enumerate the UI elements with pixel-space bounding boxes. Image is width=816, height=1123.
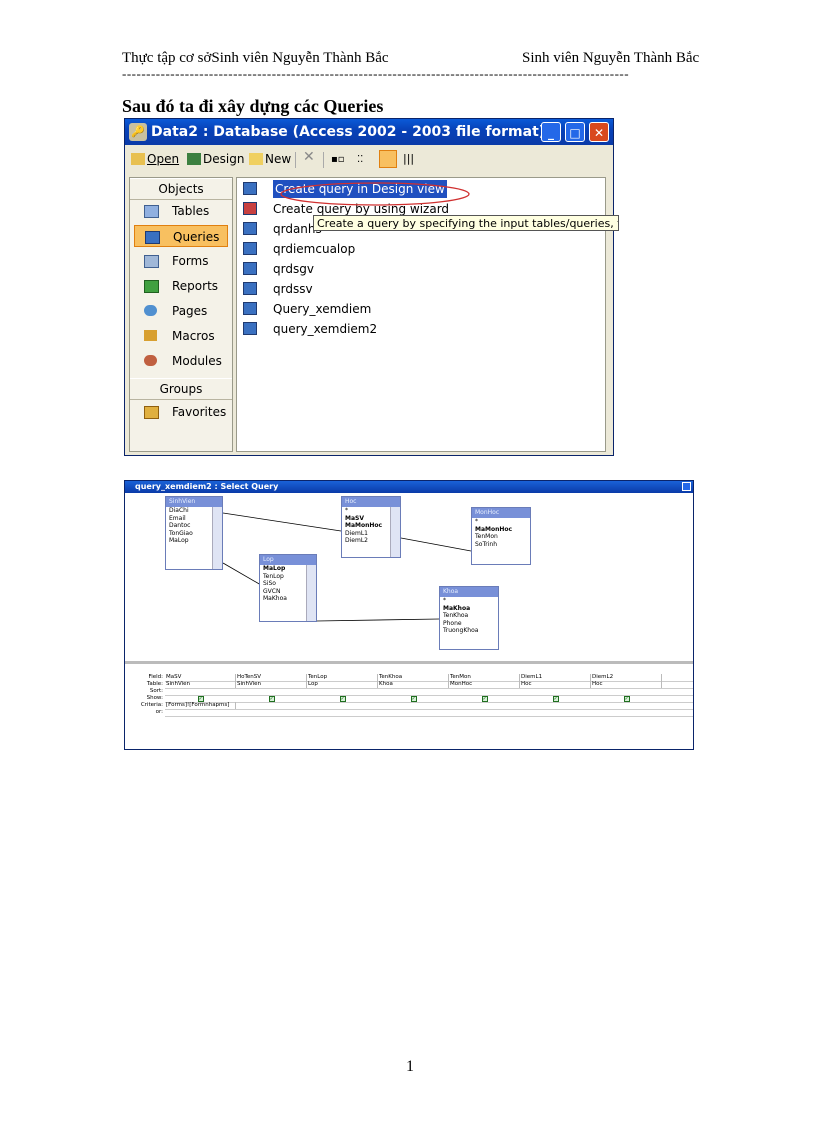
table-box[interactable]: MonHoc * MaMonHoc TenMon SoTrinh xyxy=(471,507,531,565)
grid-label: Sort: xyxy=(149,688,163,694)
select-query-window: query_xemdiem2 : Select Query SinhVien D… xyxy=(124,480,694,750)
table-name: Hoc xyxy=(342,497,400,507)
grid-label: Field: xyxy=(148,674,163,680)
grid-field-cell[interactable]: TenLop xyxy=(307,674,378,681)
table-box[interactable]: Lop MaLop TenLop SiSo GVCN MaKhoa xyxy=(259,554,317,622)
grid-label: Criteria: xyxy=(140,702,163,708)
table-name: SinhVien xyxy=(166,497,222,507)
table-name: Khoa xyxy=(440,587,498,597)
grid-line xyxy=(165,702,693,703)
show-checkbox[interactable]: ✓ xyxy=(339,696,346,702)
field[interactable]: TruongKhoa xyxy=(440,627,498,635)
table-box[interactable]: Khoa * MaKhoa TenKhoa Phone TruongKhoa xyxy=(439,586,499,650)
page-number: 1 xyxy=(406,1058,414,1075)
grid-field-cell[interactable]: TenKhoa xyxy=(378,674,449,681)
database-window: 🔑 Data2 : Database (Access 2002 - 2003 f… xyxy=(124,118,619,456)
table-pane: SinhVien DiaChi Email Dantoc TonGiao MaL… xyxy=(125,493,693,661)
grid-field-cell[interactable]: DiemL1 xyxy=(520,674,591,681)
field[interactable]: MaMonHoc xyxy=(472,526,530,534)
table-name: MonHoc xyxy=(472,508,530,518)
grid-table-cell[interactable]: Hoc xyxy=(520,681,591,688)
show-checkbox[interactable]: ✓ xyxy=(481,696,488,702)
grid-table-cell[interactable]: Lop xyxy=(307,681,378,688)
grid-field-cell[interactable]: MaSV xyxy=(165,674,236,681)
grid-table-cell[interactable]: SinhVien xyxy=(165,681,236,688)
grid-field-cell[interactable]: DiemL2 xyxy=(591,674,662,681)
grid-field-cell[interactable]: TenMon xyxy=(449,674,520,681)
grid-table-cell[interactable]: MonHoc xyxy=(449,681,520,688)
grid-field-cell[interactable]: HoTenSV xyxy=(236,674,307,681)
field[interactable]: * xyxy=(440,597,498,605)
grid-label: Show: xyxy=(146,695,163,701)
tooltip: Create a query by specifying the input t… xyxy=(313,215,619,231)
grid-label: Table: xyxy=(146,681,163,687)
grid-table-cell[interactable]: Hoc xyxy=(591,681,662,688)
header-rule: ----------------------------------------… xyxy=(122,66,630,81)
grid-line xyxy=(165,716,693,717)
show-checkbox[interactable]: ✓ xyxy=(410,696,417,702)
scrollbar[interactable] xyxy=(390,507,400,557)
field[interactable]: Phone xyxy=(440,620,498,628)
show-checkbox[interactable]: ✓ xyxy=(552,696,559,702)
table-box[interactable]: Hoc * MaSV MaMonHoc DiemL1 DiemL2 xyxy=(341,496,401,558)
field[interactable]: TenMon xyxy=(472,533,530,541)
field[interactable]: * xyxy=(472,518,530,526)
query-title: query_xemdiem2 : Select Query xyxy=(135,482,279,491)
grid-line xyxy=(165,688,693,689)
show-checkbox[interactable]: ✓ xyxy=(268,696,275,702)
section-heading: Sau đó ta đi xây dựng các Queries xyxy=(122,96,384,116)
header-right: Sinh viên Nguyễn Thành Bắc xyxy=(522,50,700,66)
grid-line xyxy=(165,709,693,710)
table-name: Lop xyxy=(260,555,316,565)
highlight-ellipse xyxy=(280,182,470,206)
show-checkbox[interactable]: ✓ xyxy=(623,696,630,702)
header-left: Thực tập cơ sởSinh viên Nguyễn Thành Bắc xyxy=(122,50,389,66)
maximize-button[interactable] xyxy=(682,482,691,491)
scrollbar[interactable] xyxy=(306,565,316,621)
scrollbar[interactable] xyxy=(212,507,222,569)
grid-table-cell[interactable]: SinhVien xyxy=(236,681,307,688)
field[interactable]: TenKhoa xyxy=(440,612,498,620)
query-titlebar[interactable]: query_xemdiem2 : Select Query xyxy=(125,481,693,493)
table-box[interactable]: SinhVien DiaChi Email Dantoc TonGiao MaL… xyxy=(165,496,223,570)
grid-table-cell[interactable]: Khoa xyxy=(378,681,449,688)
field[interactable]: SoTrinh xyxy=(472,541,530,549)
grid-criteria-cell[interactable]: [Forms]![Formnhapms] xyxy=(165,702,236,709)
grid-label: or: xyxy=(155,709,163,715)
design-grid: Field: Table: Sort: Show: Criteria: or: … xyxy=(125,664,693,749)
field[interactable]: MaKhoa xyxy=(440,605,498,613)
grid-line xyxy=(165,695,693,696)
